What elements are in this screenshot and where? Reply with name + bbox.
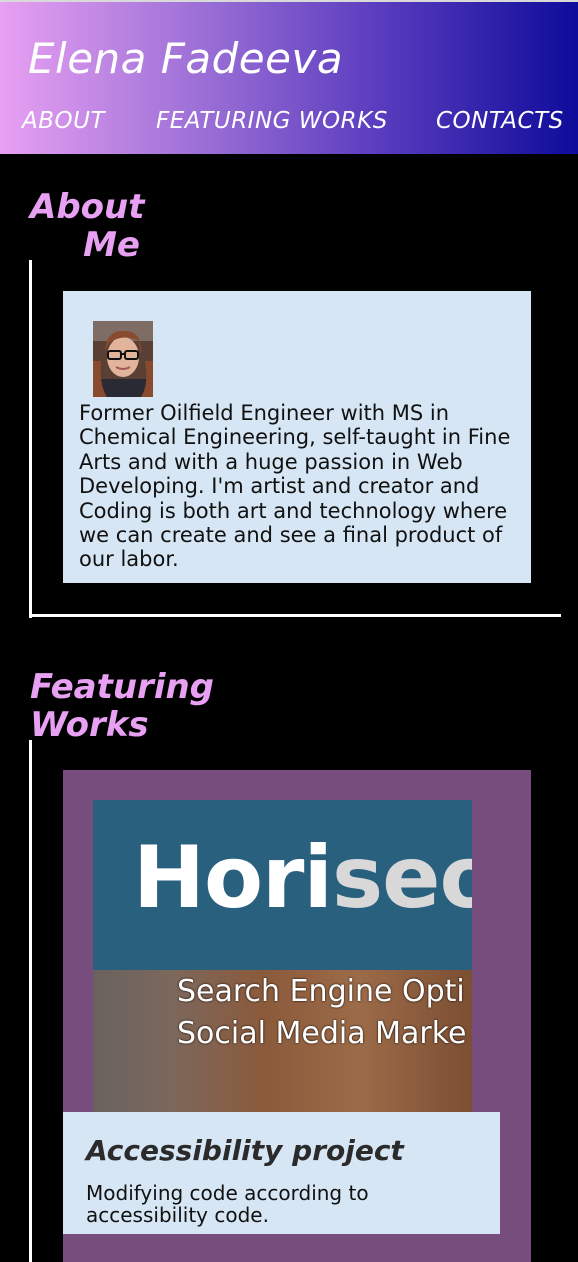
works-section-title: Featuring Works [30, 668, 230, 744]
thumbnail-brand-part-a: Hori [133, 828, 333, 928]
works-title-line2: Works [30, 705, 149, 745]
about-border-left [29, 260, 32, 618]
thumbnail-banner: Horiseon [93, 800, 472, 970]
site-brand[interactable]: Elena Fadeeva [28, 34, 343, 83]
works-border-left [29, 740, 32, 1262]
thumbnail-brand-part-b: seon [331, 828, 472, 928]
about-title-line1: About [30, 187, 145, 227]
project-caption: Accessibility project Modifying code acc… [63, 1112, 500, 1234]
thumbnail-brand-text: Horiseon [133, 828, 472, 928]
about-title-line2: Me [83, 225, 140, 265]
about-description: Former Oilfield Engineer with MS in Chem… [79, 401, 511, 572]
works-title-line1: Featuring [30, 667, 215, 707]
nav-link-about[interactable]: ABOUT [22, 108, 105, 134]
nav-link-featuring-works[interactable]: FEATURING WORKS [156, 108, 388, 134]
site-header: Elena Fadeeva ABOUT FEATURING WORKS CONT… [0, 0, 578, 154]
thumbnail-line-1: Search Engine Opti [177, 974, 465, 1009]
project-thumbnail[interactable]: Horiseon Search Engine Opti Social Media… [93, 800, 472, 1112]
project-title[interactable]: Accessibility project [86, 1134, 404, 1167]
nav-link-contacts[interactable]: CONTACTS [436, 108, 564, 134]
thumbnail-photo: Search Engine Opti Social Media Marke [93, 970, 472, 1112]
project-description: Modifying code according to accessibilit… [86, 1181, 369, 1227]
profile-photo [93, 321, 153, 397]
works-card: Horiseon Search Engine Opti Social Media… [63, 770, 531, 1262]
about-card: Former Oilfield Engineer with MS in Chem… [63, 291, 531, 583]
thumbnail-line-2: Social Media Marke [177, 1016, 467, 1051]
about-border-bottom [29, 614, 561, 617]
about-section-title: About Me [30, 187, 145, 265]
